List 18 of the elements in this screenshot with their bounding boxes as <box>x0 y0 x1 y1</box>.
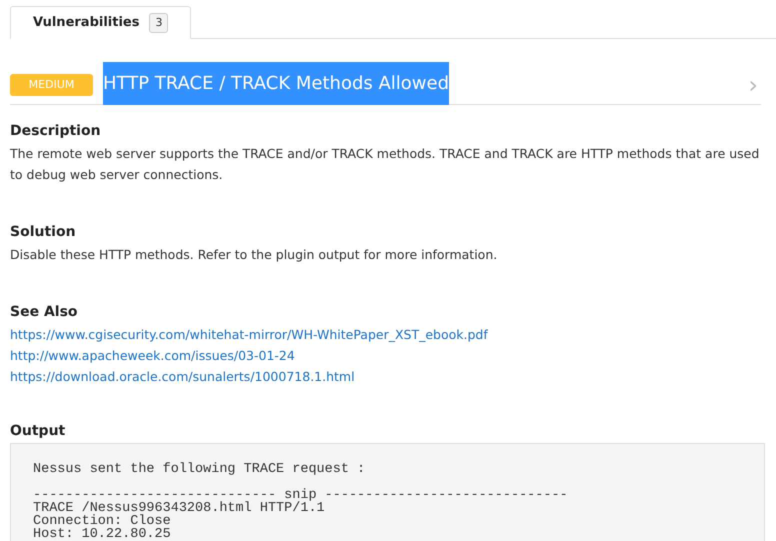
section-heading: Output <box>10 422 66 441</box>
link[interactable]: https://download.oracle.com/sunalerts/1000718.1.html <box>10 366 355 387</box>
vulnerabilities-tab[interactable]: Vulnerabilities 3 <box>10 6 192 39</box>
output-line: Nessus sent the following TRACE request : <box>33 463 366 476</box>
count-badge: 3 <box>149 12 168 32</box>
output-line: Host: 10.22.80.25 <box>33 528 171 541</box>
section-heading: Solution <box>10 223 77 242</box>
link[interactable]: https://www.cgisecurity.com/whitehat-mirror/WH-WhitePaper_XST_ebook.pdf <box>10 324 488 345</box>
section-text: Disable these HTTP methods. Refer to the plugin output for more information. <box>10 246 498 264</box>
section-heading: See Also <box>10 303 79 322</box>
severity-badge: MEDIUM <box>10 74 93 96</box>
output-line: ------------------------------ snip ------------------------------ <box>33 489 568 502</box>
link[interactable]: http://www.apacheweek.com/issues/03-01-24 <box>10 345 295 366</box>
vulnerability-title: HTTP TRACE / TRACK Methods Allowed <box>103 62 450 105</box>
section-text: The remote web server supports the TRACE and/or TRACK methods. TRACE and TRACK are HTTP methods that are used to debug web server connections. <box>10 145 760 184</box>
output-line: Connection: Close <box>33 515 171 528</box>
output-line: TRACE /Nessus996343208.html HTTP/1.1 <box>33 502 325 515</box>
section-heading: Description <box>10 122 102 141</box>
